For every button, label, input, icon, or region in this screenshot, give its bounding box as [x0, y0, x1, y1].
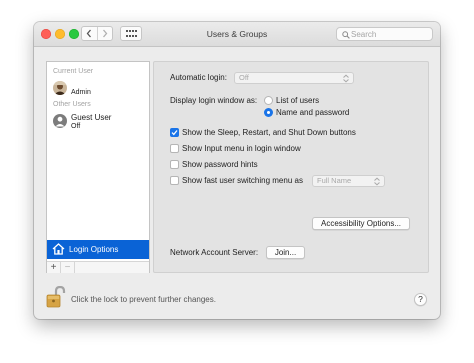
guest-user-status: Off — [71, 123, 81, 130]
admin-user-name: Admin — [71, 89, 91, 96]
show-input-menu-label: Show Input menu in login window — [182, 144, 301, 153]
fast-user-switching-label: Show fast user switching menu as — [182, 176, 303, 185]
help-button[interactable]: ? — [414, 293, 427, 306]
show-sleep-restart-checkbox[interactable] — [170, 128, 179, 137]
search-input[interactable] — [351, 28, 429, 40]
display-login-label: Display login window as: — [170, 96, 258, 105]
add-user-button[interactable]: + — [47, 262, 61, 273]
user-photo-icon — [53, 81, 67, 95]
list-of-users-label: List of users — [276, 96, 320, 105]
show-sleep-restart-label: Show the Sleep, Restart, and Shut Down b… — [182, 128, 356, 137]
name-and-password-radio[interactable] — [264, 108, 273, 117]
login-options-panel: Automatic login: Off Display login windo… — [153, 61, 429, 273]
show-password-hints-label: Show password hints — [182, 160, 258, 169]
accessibility-options-button[interactable]: Accessibility Options... — [312, 217, 410, 230]
lock-open-icon — [46, 285, 66, 308]
join-button[interactable]: Join... — [266, 246, 305, 259]
fast-user-switching-value: Full Name — [317, 176, 352, 185]
automatic-login-value: Off — [239, 73, 249, 82]
lock-message: Click the lock to prevent further change… — [71, 295, 216, 304]
person-icon — [55, 116, 65, 127]
fast-user-switching-checkbox[interactable] — [170, 176, 179, 185]
guest-avatar — [53, 114, 67, 128]
current-user-header: Current User — [53, 68, 94, 75]
checkmark-icon — [171, 130, 178, 136]
search-icon — [342, 30, 350, 39]
up-down-chevron-icon — [374, 177, 380, 186]
user-item-admin[interactable]: Admin — [47, 78, 149, 100]
admin-avatar — [53, 81, 67, 95]
house-icon — [52, 243, 65, 255]
list-of-users-radio[interactable] — [264, 96, 273, 105]
name-and-password-label: Name and password — [276, 108, 350, 117]
fast-user-switching-popup[interactable]: Full Name — [312, 175, 385, 187]
up-down-chevron-icon — [343, 74, 349, 83]
title-bar: Users & Groups — [34, 22, 440, 47]
lock-button[interactable] — [46, 285, 66, 310]
sidebar-footer: + − — [47, 261, 149, 273]
automatic-login-popup[interactable]: Off — [234, 72, 354, 84]
remove-user-button[interactable]: − — [61, 262, 75, 273]
network-account-server-label: Network Account Server: — [170, 248, 259, 257]
search-field[interactable] — [336, 27, 433, 41]
guest-user-name: Guest User — [71, 113, 112, 122]
user-item-guest[interactable]: Guest User Off — [47, 110, 149, 132]
sidebar-item-login-options[interactable]: Login Options — [47, 240, 149, 259]
users-sidebar: Current User Admin Other Users Guest Use… — [46, 61, 150, 273]
automatic-login-label: Automatic login: — [170, 73, 227, 82]
users-groups-window: Users & Groups Current User Admin Other … — [34, 22, 440, 319]
show-input-menu-checkbox[interactable] — [170, 144, 179, 153]
login-options-label: Login Options — [69, 245, 119, 254]
other-users-header: Other Users — [53, 101, 91, 108]
show-password-hints-checkbox[interactable] — [170, 160, 179, 169]
